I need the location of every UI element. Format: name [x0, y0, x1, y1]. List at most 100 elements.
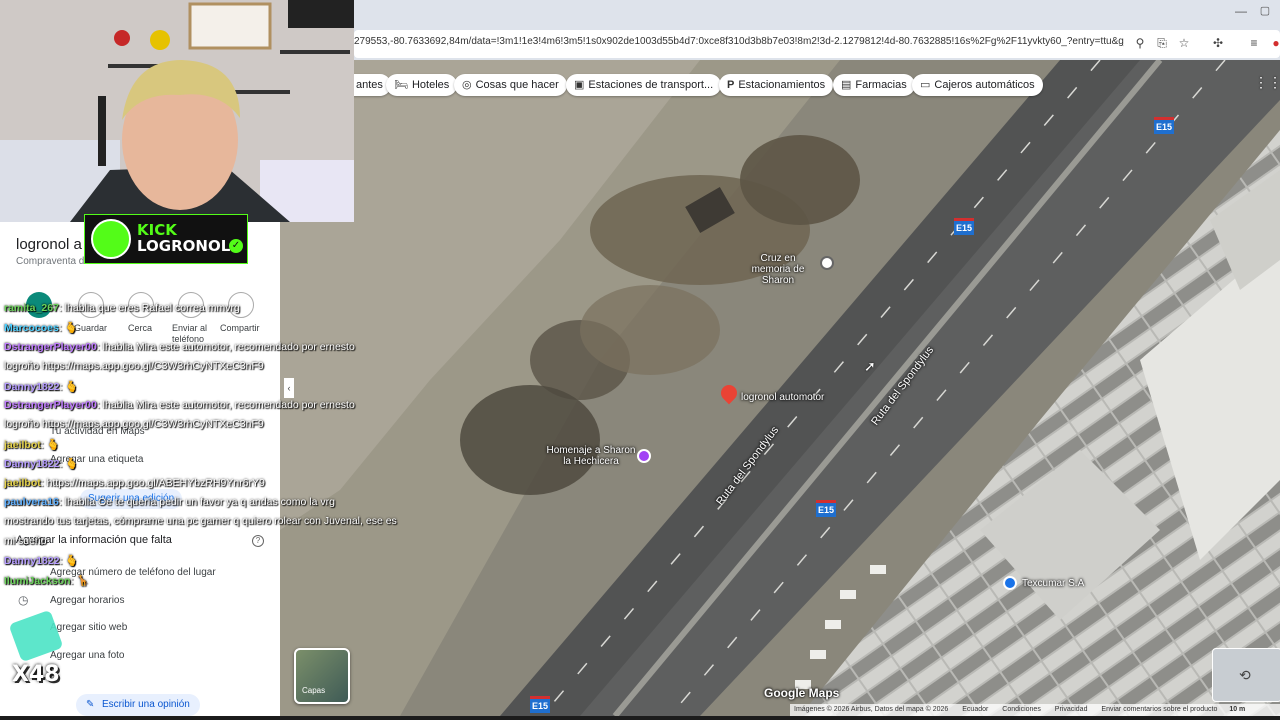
camera-icon: ◎	[462, 79, 472, 91]
place-label-main[interactable]: logronol automotor	[741, 392, 824, 403]
chat-text: : lhablia Mira este automotor, recomenda…	[96, 399, 355, 411]
bed-icon: 🛏	[394, 79, 408, 91]
clock-icon: ◷	[18, 593, 29, 607]
chat-text: : 🫰	[59, 380, 79, 393]
place-title: logronol a	[16, 236, 82, 253]
chat-text: : 🫰	[58, 322, 78, 335]
chat-text: logroño https://maps.app.goo.gl/C3W3rhCy…	[4, 418, 264, 431]
chat-text: logroño https://maps.app.goo.gl/C3W3rhCy…	[4, 360, 264, 373]
street-view-icon: ⟲	[1239, 667, 1251, 683]
add-hours-link[interactable]: Agregar horarios	[50, 595, 124, 606]
action-share-label[interactable]: Compartir	[220, 323, 260, 333]
chip-label: Hoteles	[411, 79, 450, 91]
add-website-link[interactable]: Agregar sitio web	[50, 622, 127, 633]
chat-username[interactable]: Danny1822	[4, 381, 59, 393]
star-icon[interactable]: ☆	[1176, 35, 1192, 51]
write-review-label: Escribir una opinión	[102, 699, 190, 710]
chat-message: DstrangerPlayer00: lhablia Mira este aut…	[4, 341, 355, 353]
pharmacy-icon: ▤	[841, 79, 852, 91]
chat-text: : https://maps.app.goo.gl/ABEHYbzRH9Ynr6…	[40, 476, 265, 489]
chat-username[interactable]: jaeilbot	[4, 439, 41, 451]
url-text[interactable]: 279553,-80.7633692,84m/data=!3m1!1e3!4m6…	[354, 36, 1124, 52]
help-icon[interactable]: ?	[252, 535, 264, 547]
chat-message: mostrando tus tarjetas, cómprame una pc …	[4, 515, 397, 527]
chip-atms[interactable]: ▭ Cajeros automáticos	[912, 74, 1043, 96]
verified-icon: ✓	[229, 239, 243, 253]
action-nearby-label[interactable]: Cerca	[128, 323, 152, 333]
map-credits: Imágenes © 2026 Airbus, Datos del mapa ©…	[794, 706, 949, 713]
chat-text: : 🫰	[40, 438, 60, 451]
chat-text: mostrando tus tarjetas, cómprame una pc …	[4, 515, 397, 528]
chip-label: Estaciones de transport...	[588, 79, 714, 91]
chat-message: IlumiJackson: 🦒	[4, 574, 89, 587]
chat-text: : 🫰	[59, 555, 79, 568]
chat-text: : lhablia que eres Rafael correa mmvrg	[58, 302, 240, 314]
chat-username[interactable]: paulvera16	[4, 496, 59, 508]
chat-text: : lhablia Mira este automotor, recomenda…	[96, 340, 355, 353]
extensions-icon[interactable]: ✣	[1210, 35, 1226, 51]
webcam-image	[0, 0, 354, 222]
chat-message: Danny1822: 🫰	[4, 554, 78, 567]
location-icon[interactable]: ⚲	[1132, 35, 1148, 51]
place-label-cruz[interactable]: Cruz en memoria de Sharon	[740, 253, 816, 286]
chat-username[interactable]: DstrangerPlayer00	[4, 399, 97, 411]
google-maps-watermark: Google Maps	[764, 686, 840, 700]
chat-message: ramita_267: lhablia que eres Rafael corr…	[4, 302, 240, 314]
map-footer: Imágenes © 2026 Airbus, Datos del mapa ©…	[790, 704, 1280, 716]
footer-link[interactable]: Enviar comentarios sobre el producto	[1101, 706, 1217, 713]
chip-things-to-do[interactable]: ◎ Cosas que hacer	[454, 74, 567, 96]
chip-parking[interactable]: P Estacionamientos	[719, 74, 834, 96]
media-icon[interactable]: ≡	[1246, 35, 1262, 51]
chat-username[interactable]: DstrangerPlayer00	[4, 341, 97, 353]
chat-message: mi sueño	[4, 535, 47, 547]
bus-icon: ▣	[574, 79, 585, 91]
satellite-imagery	[280, 60, 1280, 716]
chat-text: : 🦒	[70, 574, 90, 587]
chat-username[interactable]: Danny1822	[4, 458, 59, 470]
chat-message: logroño https://maps.app.goo.gl/C3W3rhCy…	[4, 360, 264, 372]
action-save-label[interactable]: Guardar	[74, 323, 107, 333]
place-label-texcumar[interactable]: Texcumar S.A	[1022, 578, 1084, 589]
chat-message: Danny1822: 🫰	[4, 380, 78, 393]
chat-username[interactable]: jaeilbot	[4, 477, 41, 489]
layers-button[interactable]: Capas	[294, 648, 350, 704]
write-review-button[interactable]: Escribir una opinión	[76, 694, 200, 716]
highway-shield: E15	[816, 500, 836, 517]
chip-label: Cajeros automáticos	[934, 79, 1035, 91]
chip-pharmacies[interactable]: ▤ Farmacias	[833, 74, 915, 96]
chat-username[interactable]: ramita_267	[4, 302, 59, 314]
pin-icon[interactable]	[820, 256, 834, 270]
satellite-map[interactable]: Ruta del Spondylus Ruta del Spondylus E1…	[280, 60, 1280, 716]
maximize-icon[interactable]: ▢	[1258, 4, 1272, 18]
chip-label: Estacionamientos	[738, 79, 826, 91]
chat-username[interactable]: Marcocoes	[4, 322, 59, 334]
chat-message: DstrangerPlayer00: lhablia Mira este aut…	[4, 399, 355, 411]
add-photo-link[interactable]: Agregar una foto	[50, 650, 125, 661]
chat-username[interactable]: IlumiJackson	[4, 575, 71, 587]
monument-icon[interactable]	[637, 449, 651, 463]
collapse-panel-button[interactable]: ‹	[284, 378, 294, 398]
place-label-homenaje[interactable]: Homenaje a Sharon la Hechicera	[546, 445, 636, 467]
chat-text: : 🫰	[59, 458, 79, 471]
minimize-icon[interactable]: —	[1234, 4, 1248, 18]
business-icon[interactable]	[1003, 576, 1017, 590]
apps-grid-icon[interactable]: ⋮⋮	[1254, 74, 1280, 91]
chat-message: Marcocoes: 🫰	[4, 321, 78, 334]
chip-label: Farmacias	[855, 79, 907, 91]
install-icon[interactable]: ⎘	[1154, 35, 1170, 51]
footer-link[interactable]: Ecuador	[962, 706, 988, 713]
profile-icon[interactable]: ●	[1268, 35, 1280, 51]
chat-message: jaeilbot: https://maps.app.goo.gl/ABEHYb…	[4, 477, 265, 489]
review-icon: ✎	[86, 699, 95, 710]
highway-shield: E15	[530, 696, 550, 713]
footer-link[interactable]: Condiciones	[1002, 706, 1041, 713]
chat-message: jaeilbot: 🫰	[4, 438, 60, 451]
taskbar	[0, 716, 1280, 720]
chat-message: logroño https://maps.app.goo.gl/C3W3rhCy…	[4, 418, 264, 430]
footer-link[interactable]: Privacidad	[1055, 706, 1088, 713]
chip-transit[interactable]: ▣ Estaciones de transport...	[566, 74, 722, 96]
chip-label: Cosas que hacer	[475, 79, 559, 91]
street-view-button[interactable]: ⟲	[1212, 648, 1280, 702]
chat-username[interactable]: Danny1822	[4, 555, 59, 567]
chip-hotels[interactable]: 🛏 Hoteles	[386, 74, 458, 96]
